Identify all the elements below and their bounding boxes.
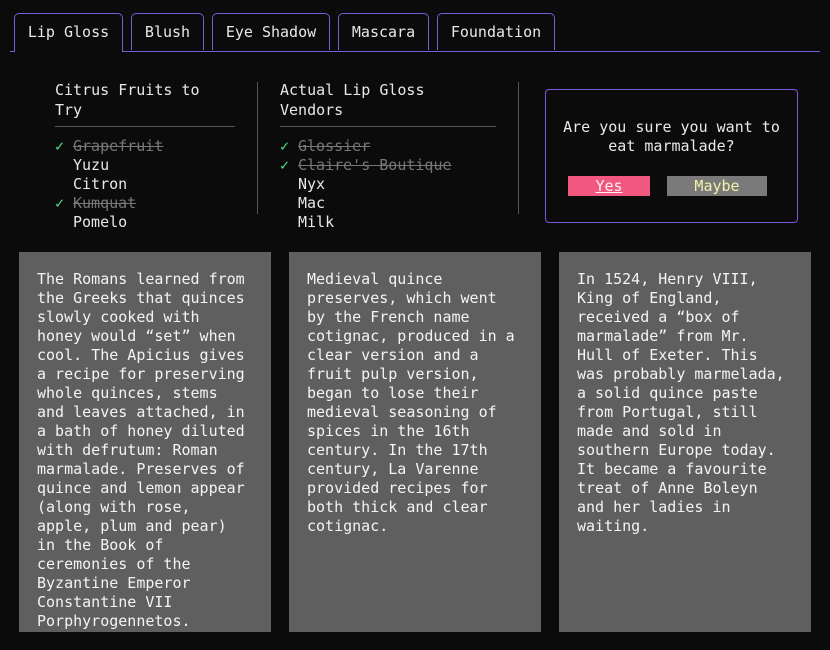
list-item-label: Yuzu xyxy=(73,156,110,174)
list-item-label: Glossier xyxy=(298,137,371,155)
check-icon: ✓ xyxy=(280,137,290,155)
tab-lip-gloss[interactable]: Lip Gloss xyxy=(14,13,123,52)
list-item[interactable]: ✓ Kumquat xyxy=(55,194,235,213)
list-item-label: Milk xyxy=(298,213,335,231)
tab-eye-shadow[interactable]: Eye Shadow xyxy=(212,13,330,50)
maybe-button[interactable]: Maybe xyxy=(667,176,767,196)
list-item[interactable]: ✓ Yuzu xyxy=(55,156,235,175)
text-panel: In 1524, Henry VIII, King of England, re… xyxy=(559,252,811,632)
list-item[interactable]: ✓ Pomelo xyxy=(55,213,235,232)
text-panel: Medieval quince preserves, which went by… xyxy=(289,252,541,632)
list-item[interactable]: ✓ Grapefruit xyxy=(55,137,235,156)
tab-foundation[interactable]: Foundation xyxy=(437,13,555,50)
check-icon: ✓ xyxy=(280,156,290,174)
citrus-list-title: Citrus Fruits to Try xyxy=(55,80,235,127)
vendor-list: Actual Lip Gloss Vendors ✓ Glossier ✓ Cl… xyxy=(280,80,496,232)
list-item-label: Citron xyxy=(73,175,128,193)
list-item[interactable]: ✓ Citron xyxy=(55,175,235,194)
yes-button[interactable]: Yes xyxy=(568,176,650,196)
divider xyxy=(518,82,519,214)
list-item-label: Pomelo xyxy=(73,213,128,231)
list-item-label: Kumquat xyxy=(73,194,137,212)
citrus-list: Citrus Fruits to Try ✓ Grapefruit ✓ Yuzu… xyxy=(55,80,235,232)
list-item[interactable]: ✓ Claire's Boutique xyxy=(280,156,496,175)
list-item[interactable]: ✓ Mac xyxy=(280,194,496,213)
list-item-label: Grapefruit xyxy=(73,137,164,155)
dialog-message: Are you sure you want to eat marmalade? xyxy=(563,118,780,155)
check-icon: ✓ xyxy=(55,137,65,155)
text-panel: The Romans learned from the Greeks that … xyxy=(19,252,271,632)
confirm-dialog: Are you sure you want to eat marmalade? … xyxy=(545,89,798,223)
vendor-list-title: Actual Lip Gloss Vendors xyxy=(280,80,496,127)
list-item-label: Claire's Boutique xyxy=(298,156,452,174)
tab-mascara[interactable]: Mascara xyxy=(338,13,429,50)
check-icon: ✓ xyxy=(55,194,65,212)
list-item[interactable]: ✓ Glossier xyxy=(280,137,496,156)
tab-bar: Lip Gloss Blush Eye Shadow Mascara Found… xyxy=(10,13,820,52)
list-item-label: Mac xyxy=(298,194,326,212)
divider xyxy=(257,82,258,214)
list-item[interactable]: ✓ Milk xyxy=(280,213,496,232)
tab-blush[interactable]: Blush xyxy=(131,13,204,50)
list-item[interactable]: ✓ Nyx xyxy=(280,175,496,194)
list-item-label: Nyx xyxy=(298,175,326,193)
